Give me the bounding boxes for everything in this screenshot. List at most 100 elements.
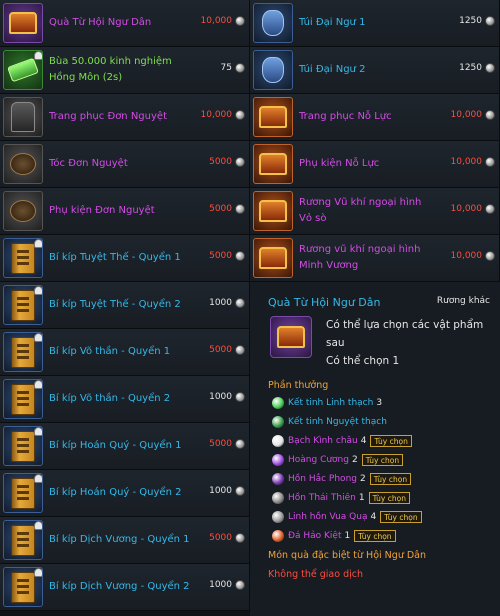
shop-item-row[interactable]: Quà Từ Hội Ngư Dân 10,000 [0,0,250,47]
item-name-line1: Bí kíp Dịch Vương - Quyển 2 [49,581,190,592]
shop-item-row[interactable]: Rương Vũ khí ngoại hình Vỏ sò 10,000 [250,188,500,235]
reward-item: Kết tinh Linh thạch 3 [272,395,382,411]
shop-item-row[interactable]: Bí kíp Dịch Vương - Quyển 2 1000 [0,564,250,611]
silver-coin-icon [235,157,245,167]
item-name-line1: Phụ kiện Nỗ Lực [299,158,380,169]
price-value: 10,000 [450,157,483,167]
item-price: 5000 [209,533,245,543]
tooltip-desc-line1: Có thể lựa chọn các vật phẩm sau [326,319,484,349]
item-name-line1: Phụ kiện Đơn Nguyệt [49,205,155,216]
price-value: 5000 [209,157,232,167]
reward-item: Bạch Kình châu 4 Tùy chọn [272,433,412,449]
item-name: Phụ kiện Đơn Nguyệt [49,203,155,219]
shop-item-row[interactable]: Bùa 50.000 kinh nghiệm Hồng Môn (2s) 75 [0,47,250,94]
tooltip-trade-restriction: Không thể giao dịch [268,569,363,580]
reward-item: Linh hồn Vua Quạ 4 Tùy chọn [272,509,422,525]
bound-lock-icon [34,286,42,295]
item-name: Bùa 50.000 kinh nghiệm Hồng Môn (2s) [49,54,172,86]
shop-item-row[interactable]: Bí kíp Hoán Quý - Quyển 2 1000 [0,470,250,517]
item-name-line1: Bí kíp Hoán Quý - Quyển 2 [49,487,182,498]
reward-item: Hồn Thái Thiên 1 Tùy chọn [272,490,410,506]
shop-item-row[interactable]: Bí kíp Hoán Quý - Quyển 1 5000 [0,423,250,470]
reward-item: Hồn Hắc Phong 2 Tùy chọn [272,471,412,487]
item-name: Rương vũ khí ngoại hình Minh Vương [299,242,420,274]
price-value: 1000 [209,580,232,590]
item-price: 1000 [209,486,245,496]
item-price: 10,000 [450,157,495,167]
purple-gem-icon [272,473,284,485]
item-price: 1250 [459,63,495,73]
item-name: Quà Từ Hội Ngư Dân [49,15,151,31]
silver-coin-icon [235,110,245,120]
price-value: 1250 [459,63,482,73]
reward-item: Hoàng Cương 2 Tùy chọn [272,452,404,468]
silver-coin-icon [485,157,495,167]
silver-coin-icon [485,251,495,261]
reward-count: 1 [358,493,365,503]
book-icon [3,332,43,372]
item-name: Túi Đại Ngư 2 [299,62,365,78]
shop-item-row[interactable]: Bí kíp Võ thần - Quyển 1 5000 [0,329,250,376]
item-name-line2: Minh Vương [299,260,359,271]
shop-item-row[interactable]: Túi Đại Ngư 2 1250 [250,47,500,94]
shop-item-row[interactable]: Phụ kiện Nỗ Lực 10,000 [250,141,500,188]
right-item-list: Túi Đại Ngư 1 1250 Túi Đại Ngư 2 1250 Trang … [250,0,500,282]
price-value: 10,000 [200,110,233,120]
item-name-line1: Rương Vũ khí ngoại hình [299,197,422,208]
price-value: 10,000 [450,204,483,214]
book-icon [3,567,43,607]
item-name: Rương Vũ khí ngoại hình Vỏ sò [299,195,421,227]
shop-item-row[interactable]: Tóc Đơn Nguyệt 5000 [0,141,250,188]
tooltip-item-type: Rương khác [436,296,490,306]
item-name-line1: Quà Từ Hội Ngư Dân [49,17,152,28]
item-price: 1000 [209,298,245,308]
shop-item-row[interactable]: Túi Đại Ngư 1 1250 [250,0,500,47]
item-price: 10,000 [200,110,245,120]
silver-coin-icon [235,16,245,26]
accessory-icon [3,191,43,231]
silver-coin-icon [235,204,245,214]
shop-item-row[interactable]: Phụ kiện Đơn Nguyệt 5000 [0,188,250,235]
price-value: 5000 [209,204,232,214]
item-name: Túi Đại Ngư 1 [299,15,365,31]
item-name: Tóc Đơn Nguyệt [49,156,128,172]
weapon-chest-icon [253,238,293,278]
bound-lock-icon [34,333,42,342]
item-tooltip-panel: Quà Từ Hội Ngư Dân Rương khác Có thể lựa… [250,282,500,616]
book-icon [3,285,43,325]
green-crystal-icon [272,397,284,409]
shop-item-row[interactable]: Bí kíp Võ thần - Quyển 2 1000 [0,376,250,423]
tooltip-description: Có thể lựa chọn các vật phẩm sau Có thể … [326,316,500,370]
bound-lock-icon [34,521,42,530]
item-name-line2: Vỏ sò [299,213,327,224]
item-name-line1: Trang phục Đơn Nguyệt [49,111,167,122]
optional-badge: Tùy chọn [361,454,404,466]
outfit-box-icon [253,97,293,137]
item-name: Bí kíp Dịch Vương - Quyển 2 [49,579,190,595]
price-value: 1250 [459,16,482,26]
price-value: 10,000 [450,251,483,261]
shop-item-row[interactable]: Trang phục Đơn Nguyệt 10,000 [0,94,250,141]
price-value: 10,000 [450,110,483,120]
bound-lock-icon [34,568,42,577]
book-icon [3,426,43,466]
reward-count: 2 [351,455,358,465]
bound-lock-icon [34,380,42,389]
reward-name: Hồn Hắc Phong [288,474,357,484]
shop-item-row[interactable]: Bí kíp Tuyệt Thế - Quyển 1 5000 [0,235,250,282]
shop-item-row[interactable]: Bí kíp Tuyệt Thế - Quyển 2 1000 [0,282,250,329]
book-icon [3,520,43,560]
shop-item-row[interactable]: Bí kíp Dịch Vương - Quyển 1 5000 [0,517,250,564]
silver-coin-icon [485,16,495,26]
bound-lock-icon [34,427,42,436]
item-name: Bí kíp Tuyệt Thế - Quyển 2 [49,297,181,313]
silver-coin-icon [485,204,495,214]
book-icon [3,473,43,513]
optional-badge: Tùy chọn [354,530,396,542]
shop-item-row[interactable]: Rương vũ khí ngoại hình Minh Vương 10,000 [250,235,500,282]
item-price: 5000 [209,345,245,355]
silver-coin-icon [235,251,245,261]
shop-item-row[interactable]: Trang phục Nỗ Lực 10,000 [250,94,500,141]
reward-count: 4 [370,512,377,522]
item-name-line1: Rương vũ khí ngoại hình [299,244,421,255]
